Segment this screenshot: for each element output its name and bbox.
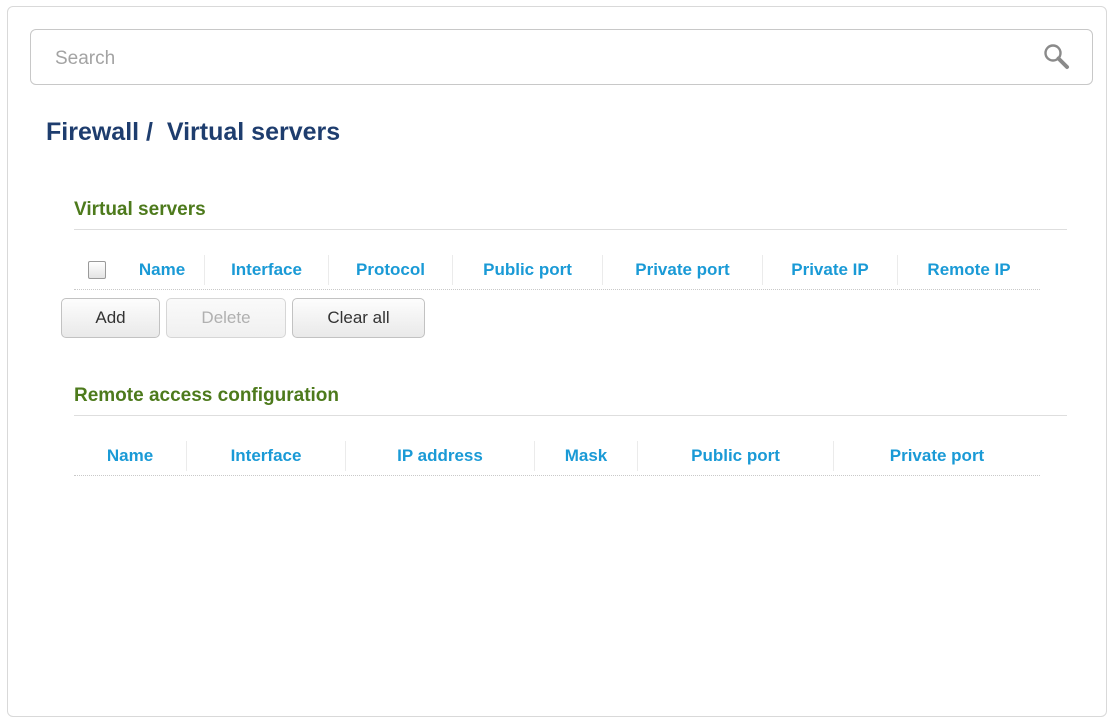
column-header-private-ip[interactable]: Private IP xyxy=(762,254,897,285)
breadcrumb-current: Virtual servers xyxy=(166,118,341,146)
virtual-servers-section-title: Virtual servers xyxy=(74,199,206,220)
select-all-checkbox[interactable] xyxy=(88,260,106,279)
section-divider xyxy=(74,415,1067,416)
clear-all-button[interactable]: Clear all xyxy=(292,298,425,338)
delete-button[interactable]: Delete xyxy=(166,298,286,338)
column-header-mask[interactable]: Mask xyxy=(534,440,637,471)
column-header-interface[interactable]: Interface xyxy=(186,440,345,471)
column-header-public-port[interactable]: Public port xyxy=(637,440,833,471)
search-box[interactable] xyxy=(30,29,1093,85)
page-title: Firewall / Virtual servers xyxy=(46,118,340,147)
column-header-public-port[interactable]: Public port xyxy=(452,254,602,285)
column-header-protocol[interactable]: Protocol xyxy=(328,254,452,285)
content-panel xyxy=(7,6,1107,717)
remote-access-table-header: Name Interface IP address Mask Public po… xyxy=(74,436,1040,476)
virtual-servers-table-header: Name Interface Protocol Public port Priv… xyxy=(74,250,1040,290)
column-header-remote-ip[interactable]: Remote IP xyxy=(897,254,1040,285)
search-icon[interactable] xyxy=(1042,42,1072,72)
search-input[interactable] xyxy=(53,44,1017,74)
add-button[interactable]: Add xyxy=(61,298,160,338)
column-header-name[interactable]: Name xyxy=(74,441,186,471)
column-header-name[interactable]: Name xyxy=(120,255,204,285)
column-header-ip-address[interactable]: IP address xyxy=(345,440,534,471)
column-header-private-port[interactable]: Private port xyxy=(602,254,762,285)
select-all-cell xyxy=(74,255,120,285)
column-header-private-port[interactable]: Private port xyxy=(833,440,1040,471)
column-header-interface[interactable]: Interface xyxy=(204,254,328,285)
section-divider xyxy=(74,229,1067,230)
remote-access-section-title: Remote access configuration xyxy=(74,385,340,406)
breadcrumb-parent[interactable]: Firewall / xyxy=(46,118,153,146)
